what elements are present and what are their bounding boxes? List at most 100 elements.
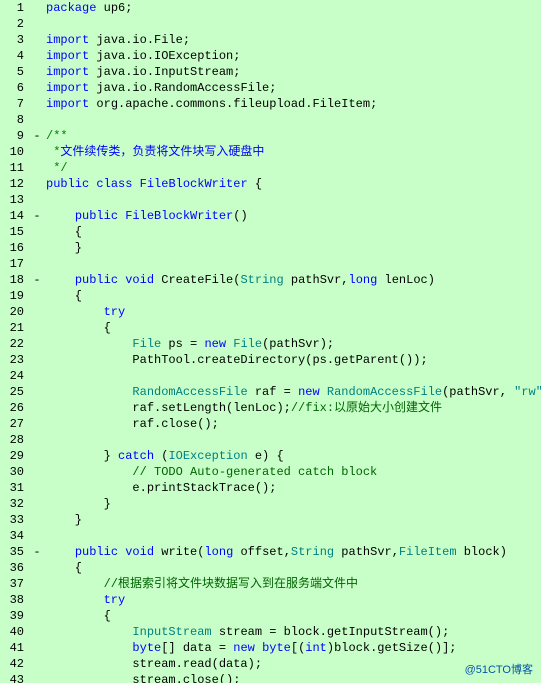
line-number: 43 (0, 672, 30, 683)
table-row: 28 (0, 432, 541, 448)
line-number: 33 (0, 512, 30, 528)
line-collapse[interactable]: - (30, 128, 44, 144)
line-code (44, 16, 541, 32)
line-number: 21 (0, 320, 30, 336)
line-collapse (30, 96, 44, 112)
line-code: public void CreateFile(String pathSvr,lo… (44, 272, 541, 288)
line-collapse (30, 32, 44, 48)
line-collapse (30, 448, 44, 464)
line-number: 20 (0, 304, 30, 320)
line-number: 3 (0, 32, 30, 48)
line-number: 32 (0, 496, 30, 512)
table-row: 23 PathTool.createDirectory(ps.getParent… (0, 352, 541, 368)
line-collapse (30, 48, 44, 64)
line-collapse (30, 240, 44, 256)
line-code: import java.io.IOException; (44, 48, 541, 64)
line-number: 30 (0, 464, 30, 480)
line-code: PathTool.createDirectory(ps.getParent())… (44, 352, 541, 368)
line-collapse (30, 224, 44, 240)
line-collapse (30, 0, 44, 16)
line-collapse (30, 144, 44, 160)
table-row: 34 (0, 528, 541, 544)
line-collapse[interactable]: - (30, 208, 44, 224)
table-row: 42 stream.read(data); (0, 656, 541, 672)
line-collapse (30, 176, 44, 192)
line-code: { (44, 288, 541, 304)
line-collapse (30, 288, 44, 304)
line-code: // TODO Auto-generated catch block (44, 464, 541, 480)
line-collapse (30, 480, 44, 496)
line-code: e.printStackTrace(); (44, 480, 541, 496)
line-collapse (30, 592, 44, 608)
table-row: 41 byte[] data = new byte[(int)block.get… (0, 640, 541, 656)
table-row: 10 *文件续传类，负责将文件块写入硬盘中 (0, 144, 541, 160)
line-collapse (30, 320, 44, 336)
line-number: 39 (0, 608, 30, 624)
table-row: 29 } catch (IOException e) { (0, 448, 541, 464)
table-row: 32 } (0, 496, 541, 512)
line-number: 35 (0, 544, 30, 560)
table-row: 40 InputStream stream = block.getInputSt… (0, 624, 541, 640)
line-code: } (44, 496, 541, 512)
line-code: import org.apache.commons.fileupload.Fil… (44, 96, 541, 112)
line-code: { (44, 320, 541, 336)
table-row: 20 try (0, 304, 541, 320)
line-number: 16 (0, 240, 30, 256)
line-collapse (30, 112, 44, 128)
line-collapse (30, 368, 44, 384)
table-row: 3 import java.io.File; (0, 32, 541, 48)
line-code: { (44, 608, 541, 624)
line-collapse (30, 496, 44, 512)
line-number: 4 (0, 48, 30, 64)
line-number: 40 (0, 624, 30, 640)
line-collapse (30, 64, 44, 80)
table-row: 14- public FileBlockWriter() (0, 208, 541, 224)
line-collapse[interactable]: - (30, 272, 44, 288)
line-number: 19 (0, 288, 30, 304)
line-number: 41 (0, 640, 30, 656)
line-number: 14 (0, 208, 30, 224)
line-number: 11 (0, 160, 30, 176)
line-collapse (30, 80, 44, 96)
line-code: RandomAccessFile raf = new RandomAccessF… (44, 384, 541, 400)
line-collapse (30, 576, 44, 592)
line-code: { (44, 224, 541, 240)
code-table: 1package up6;23import java.io.File;4impo… (0, 0, 541, 683)
line-collapse (30, 672, 44, 683)
line-number: 34 (0, 528, 30, 544)
line-code: import java.io.File; (44, 32, 541, 48)
line-code: */ (44, 160, 541, 176)
line-code (44, 112, 541, 128)
line-collapse (30, 464, 44, 480)
line-code: InputStream stream = block.getInputStrea… (44, 624, 541, 640)
line-number: 10 (0, 144, 30, 160)
line-code: package up6; (44, 0, 541, 16)
line-collapse[interactable]: - (30, 544, 44, 560)
line-code: File ps = new File(pathSvr); (44, 336, 541, 352)
line-number: 12 (0, 176, 30, 192)
table-row: 15 { (0, 224, 541, 240)
line-code: import java.io.RandomAccessFile; (44, 80, 541, 96)
line-number: 31 (0, 480, 30, 496)
line-collapse (30, 384, 44, 400)
table-row: 9-/** (0, 128, 541, 144)
line-number: 42 (0, 656, 30, 672)
table-row: 4 import java.io.IOException; (0, 48, 541, 64)
line-collapse (30, 160, 44, 176)
line-code (44, 432, 541, 448)
table-row: 8 (0, 112, 541, 128)
line-code: byte[] data = new byte[(int)block.getSiz… (44, 640, 541, 656)
line-collapse (30, 192, 44, 208)
table-row: 12public class FileBlockWriter { (0, 176, 541, 192)
line-number: 9 (0, 128, 30, 144)
table-row: 27 raf.close(); (0, 416, 541, 432)
line-collapse (30, 400, 44, 416)
table-row: 37 //根据索引将文件块数据写入到在服务端文件中 (0, 576, 541, 592)
line-code: raf.setLength(lenLoc);//fix:以原始大小创建文件 (44, 400, 541, 416)
line-number: 36 (0, 560, 30, 576)
line-code (44, 528, 541, 544)
table-row: 35- public void write(long offset,String… (0, 544, 541, 560)
table-row: 22 File ps = new File(pathSvr); (0, 336, 541, 352)
table-row: 33 } (0, 512, 541, 528)
table-row: 31 e.printStackTrace(); (0, 480, 541, 496)
